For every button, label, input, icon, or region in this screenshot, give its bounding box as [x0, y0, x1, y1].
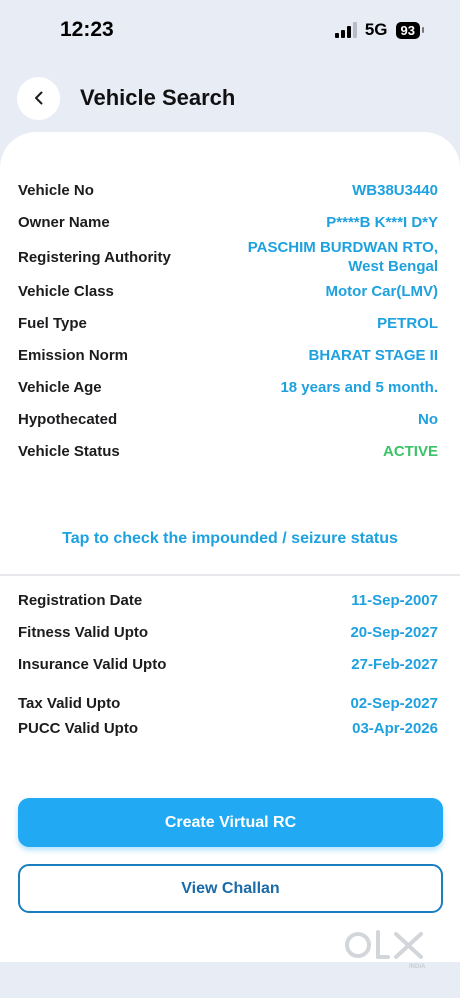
detail-value: PASCHIM BURDWAN RTO, West Bengal — [247, 239, 438, 275]
detail-value: P****B K***I D*Y — [326, 214, 438, 231]
status-time: 12:23 — [60, 18, 114, 41]
detail-label: Fuel Type — [18, 315, 87, 332]
status-bar: 12:23 5G 93 — [0, 0, 460, 64]
battery-icon: 93 — [395, 21, 425, 39]
validity-label: Registration Date — [18, 592, 143, 609]
detail-label: Vehicle No — [18, 182, 94, 199]
status-badge: ACTIVE — [382, 443, 438, 460]
validity-row-insurance: Insurance Valid Upto 27-Feb-2027 — [18, 655, 438, 674]
validity-value: 02-Sep-2027 — [350, 695, 438, 712]
detail-label: Vehicle Age — [18, 379, 102, 396]
create-virtual-rc-button[interactable]: Create Virtual RC — [18, 798, 443, 847]
detail-value: Motor Car(LMV) — [325, 283, 439, 300]
detail-row-emission-norm: Emission Norm BHARAT STAGE II — [18, 346, 438, 365]
detail-row-vehicle-status: Vehicle Status ACTIVE — [18, 442, 438, 461]
detail-label: Owner Name — [18, 214, 110, 231]
validity-row-fitness: Fitness Valid Upto 20-Sep-2027 — [18, 623, 438, 642]
header: Vehicle Search — [17, 76, 235, 120]
signal-icon — [334, 22, 357, 38]
detail-row-vehicle-no: Vehicle No WB38U3440 — [18, 181, 438, 200]
validity-label: Insurance Valid Upto — [18, 656, 167, 673]
divider — [0, 574, 460, 576]
detail-label: Vehicle Status — [18, 443, 120, 460]
view-challan-button[interactable]: View Challan — [18, 864, 443, 913]
olx-watermark-logo: INDIA — [345, 930, 426, 970]
detail-value: WB38U3440 — [352, 182, 438, 199]
network-type: 5G — [364, 20, 388, 39]
validity-value: 20-Sep-2027 — [350, 624, 438, 641]
detail-row-vehicle-age: Vehicle Age 18 years and 5 month. — [18, 378, 438, 397]
validity-row-pucc: PUCC Valid Upto 03-Apr-2026 — [18, 719, 438, 738]
validity-label: PUCC Valid Upto — [18, 720, 139, 737]
validity-value: 03-Apr-2026 — [352, 720, 438, 737]
detail-value: PETROL — [377, 315, 438, 332]
validity-label: Tax Valid Upto — [18, 695, 121, 712]
chevron-left-icon — [34, 91, 42, 105]
validity-value: 27-Feb-2027 — [351, 656, 438, 673]
detail-value: BHARAT STAGE II — [308, 347, 438, 364]
detail-label: Vehicle Class — [18, 283, 114, 300]
watermark-sub: INDIA — [409, 964, 426, 970]
page-title: Vehicle Search — [80, 85, 236, 110]
validity-label: Fitness Valid Upto — [18, 624, 149, 641]
seizure-status-link[interactable]: Tap to check the impounded / seizure sta… — [0, 530, 460, 548]
validity-value: 11-Sep-2007 — [351, 592, 438, 609]
status-indicators: 5G 93 — [334, 20, 425, 40]
validity-row-tax: Tax Valid Upto 02-Sep-2027 — [18, 694, 438, 713]
back-button[interactable] — [17, 76, 60, 120]
detail-value: 18 years and 5 month. — [280, 379, 438, 396]
detail-row-hypothecated: Hypothecated No — [18, 410, 438, 429]
detail-row-registering-authority: Registering Authority PASCHIM BURDWAN RT… — [18, 238, 438, 276]
detail-value: No — [418, 411, 438, 428]
detail-row-owner-name: Owner Name P****B K***I D*Y — [18, 213, 438, 232]
detail-row-fuel-type: Fuel Type PETROL — [18, 314, 438, 333]
detail-row-vehicle-class: Vehicle Class Motor Car(LMV) — [18, 282, 438, 301]
detail-label: Emission Norm — [18, 347, 129, 364]
validity-row-registration-date: Registration Date 11-Sep-2007 — [18, 591, 438, 610]
detail-label: Hypothecated — [18, 411, 118, 428]
detail-label: Registering Authority — [18, 248, 171, 266]
